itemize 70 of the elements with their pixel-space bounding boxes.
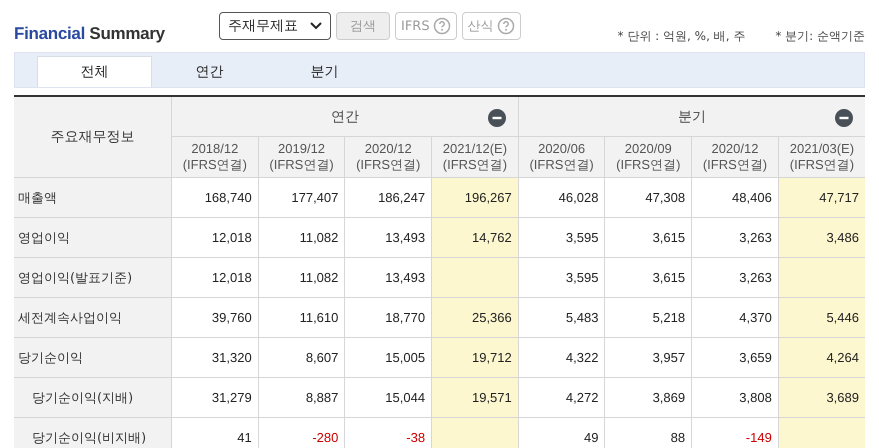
statement-dropdown[interactable]: 주재무제표 [219, 12, 331, 40]
group-header: 연간 [172, 96, 518, 136]
tab[interactable]: 분기 [267, 56, 382, 87]
table-cell: 31,320 [172, 338, 258, 378]
table-cell: 3,263 [692, 218, 778, 258]
table-cell: 3,595 [518, 218, 605, 258]
table-cell: 46,028 [518, 178, 605, 218]
table-cell: 3,615 [604, 218, 692, 258]
table-cell: 8,887 [258, 378, 345, 418]
row-label: 세전계속사업이익 [14, 298, 172, 338]
period-header: 2020/09 (IFRS연결) [604, 136, 692, 178]
table-cell: 8,607 [258, 338, 345, 378]
period-header: 2020/12 (IFRS연결) [344, 136, 432, 178]
table-cell: 3,689 [778, 378, 865, 418]
table-cell: 3,263 [692, 258, 778, 298]
section-title: Financial Summary [14, 24, 166, 44]
table-cell: 3,615 [604, 258, 692, 298]
help-icon [496, 17, 515, 35]
chevron-icon [310, 22, 322, 30]
row-label: 매출액 [14, 178, 172, 218]
period-header: 2020/12 (IFRS연결) [692, 136, 778, 178]
table-cell: 4,272 [518, 378, 605, 418]
collapse-icon[interactable] [835, 109, 853, 127]
row-label: 당기순이익(비지배) [14, 418, 172, 448]
table-cell: 5,218 [604, 298, 692, 338]
table-cell: 5,446 [778, 298, 865, 338]
table-cell: 47,308 [604, 178, 692, 218]
period-header: 2020/06 (IFRS연결) [518, 136, 605, 178]
collapse-icon[interactable] [488, 109, 506, 127]
row-label: 당기순이익 [14, 338, 172, 378]
table-cell: 12,018 [172, 218, 258, 258]
table-cell: 4,322 [518, 338, 605, 378]
table-cell: 19,571 [432, 378, 518, 418]
table-cell: 5,483 [518, 298, 605, 338]
table-cell: 3,808 [692, 378, 778, 418]
table-cell: 12,018 [172, 258, 258, 298]
table-cell: 196,267 [432, 178, 518, 218]
group-header: 분기 [518, 96, 865, 136]
table-cell: 4,370 [692, 298, 778, 338]
period-header: 2021/03(E) (IFRS연결) [778, 136, 865, 178]
table-cell: 11,082 [258, 258, 345, 298]
table-cell: 3,595 [518, 258, 605, 298]
table-cell: 47,717 [778, 178, 865, 218]
row-label: 영업이익 [14, 218, 172, 258]
tab[interactable]: 연간 [152, 56, 267, 87]
unit-note: * 분기: 순액기준 [775, 28, 865, 44]
table-cell: 168,740 [172, 178, 258, 218]
column-header: 주요재무정보 [14, 96, 172, 178]
table-cell: 39,760 [172, 298, 258, 338]
table-cell: 11,610 [258, 298, 345, 338]
table-cell: 31,279 [172, 378, 258, 418]
table-cell: 48,406 [692, 178, 778, 218]
table-cell: 4,264 [778, 338, 865, 378]
table-cell: 3,957 [604, 338, 692, 378]
table-cell: 3,869 [604, 378, 692, 418]
row-label: 영업이익(발표기준) [14, 258, 172, 298]
row-label: 당기순이익(지배) [14, 378, 172, 418]
unit-note: * 단위 : 억원, %, 배, 주 [618, 28, 746, 44]
period-header: 2021/12(E) (IFRS연결) [432, 136, 518, 178]
tab[interactable]: 전체 [37, 56, 152, 87]
table-cell: 11,082 [258, 218, 345, 258]
period-header: 2019/12 (IFRS연결) [258, 136, 345, 178]
period-header: 2018/12 (IFRS연결) [172, 136, 258, 178]
table-cell: 177,407 [258, 178, 345, 218]
table-cell: 25,366 [432, 298, 518, 338]
table-cell: 3,659 [692, 338, 778, 378]
help-icon [432, 17, 451, 35]
table-cell: 14,762 [432, 218, 518, 258]
table-cell: 19,712 [432, 338, 518, 378]
table-cell: 3,486 [778, 218, 865, 258]
